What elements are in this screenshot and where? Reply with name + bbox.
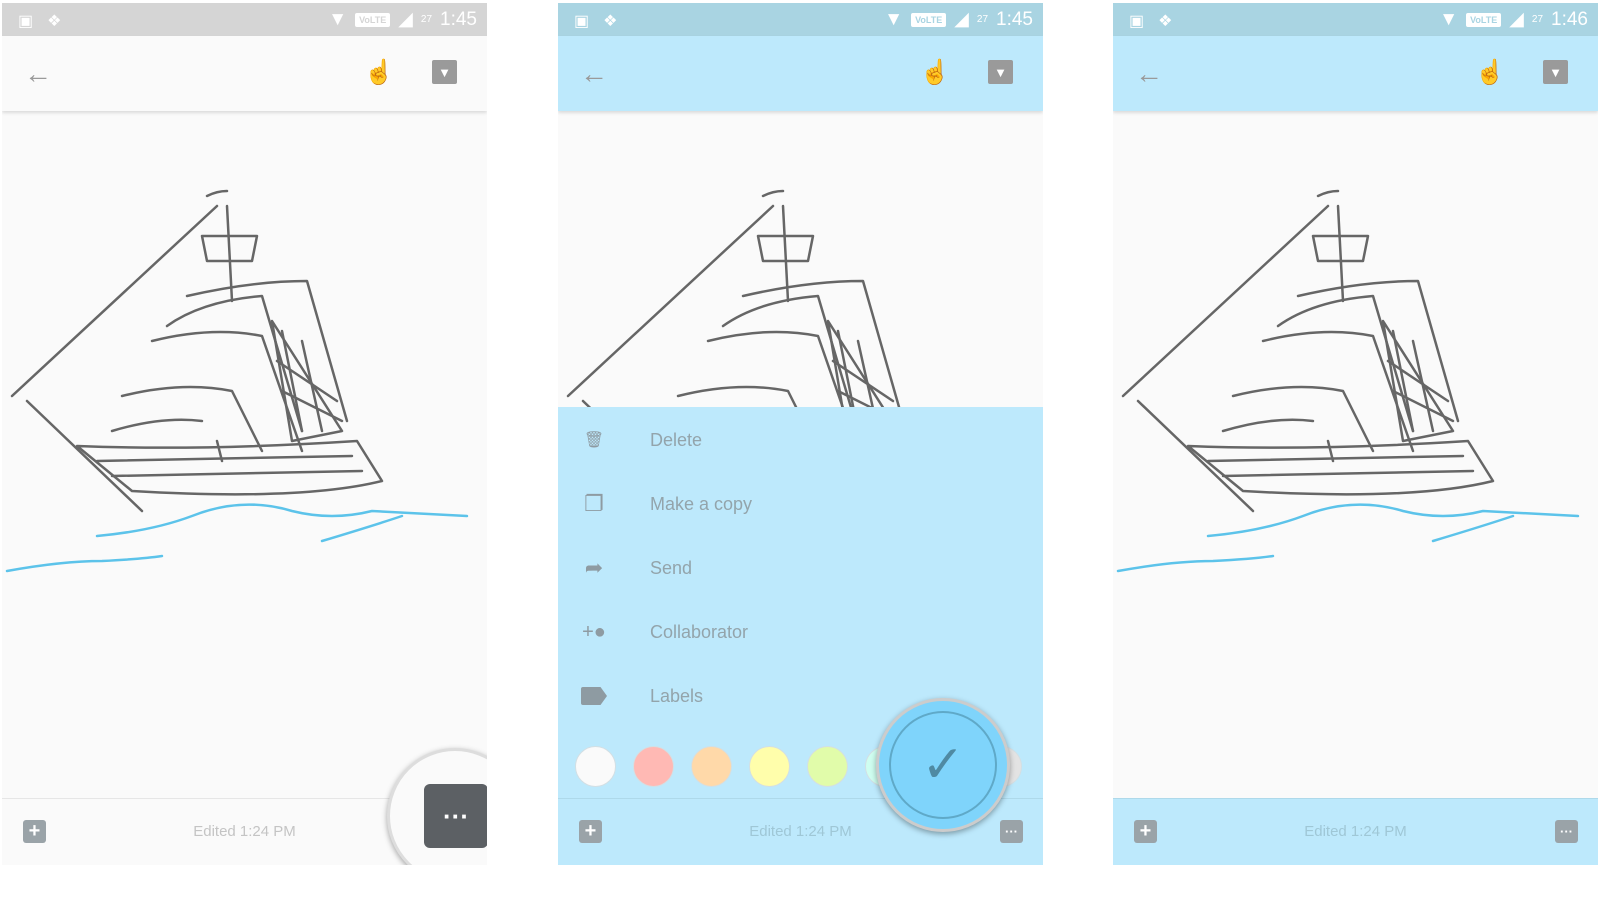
magnified-color-selection: ✓ (876, 698, 1010, 832)
ship-drawing (1116, 189, 1580, 573)
archive-icon[interactable]: ▼ (432, 60, 457, 84)
share-icon: ➦ (584, 555, 604, 580)
color-swatch-orange[interactable] (691, 746, 732, 787)
signal-icon: ◢ (954, 9, 969, 30)
archive-icon[interactable]: ▼ (988, 60, 1013, 84)
touch-icon[interactable]: ☝ (364, 58, 394, 87)
status-bar: ▣ ❖ ▼ VoLTE ◢ 27 1:45 (2, 3, 487, 36)
clock: 1:46 (1551, 8, 1588, 30)
drawing-canvas[interactable] (1113, 111, 1598, 801)
signal-icon: ◢ (1509, 9, 1524, 30)
dropbox-icon: ❖ (603, 13, 618, 30)
bottom-bar: + Edited 1:24 PM ··· (1113, 798, 1598, 865)
image-icon: ▣ (18, 13, 34, 30)
dropbox-icon: ❖ (1158, 13, 1173, 30)
note-toolbar: ← ☝ ▼ (558, 36, 1043, 111)
note-toolbar: ← ☝ ▼ (2, 36, 487, 111)
back-arrow-icon[interactable]: ← (24, 58, 52, 90)
wifi-icon: ▼ (884, 8, 904, 30)
signal-icon: ◢ (398, 9, 413, 30)
note-screen-2: ▣ ❖ ▼ VoLTE ◢ 27 1:45 ← ☝ ▼ 🗑 Delete ❐ Make a c… (558, 3, 1043, 865)
volte-badge: VoLTE (355, 12, 391, 27)
drawing-canvas[interactable] (2, 111, 487, 801)
volte-badge: VoLTE (1466, 12, 1502, 27)
menu-item-collaborator[interactable]: +● Collaborator (558, 602, 1043, 662)
battery-icon: 27 (1531, 14, 1544, 25)
touch-icon[interactable]: ☝ (1475, 58, 1505, 87)
menu-item-send[interactable]: ➦ Send (558, 538, 1043, 598)
note-toolbar: ← ☝ ▼ (1113, 36, 1598, 111)
color-swatch-green[interactable] (807, 746, 848, 787)
clock: 1:45 (996, 8, 1033, 30)
dropbox-icon: ❖ (47, 13, 62, 30)
note-screen-3: ▣ ❖ ▼ VoLTE ◢ 27 1:46 ← ☝ ▼ + Edited 1:24 PM … (1113, 3, 1598, 865)
touch-icon[interactable]: ☝ (920, 58, 950, 87)
more-options-button[interactable]: ··· (1000, 820, 1023, 843)
status-bar: ▣ ❖ ▼ VoLTE ◢ 27 1:45 (558, 3, 1043, 36)
ship-drawing (5, 189, 469, 573)
battery-icon: 27 (976, 14, 989, 25)
back-arrow-icon[interactable]: ← (580, 58, 608, 90)
copy-icon: ❐ (584, 491, 604, 516)
back-arrow-icon[interactable]: ← (1135, 58, 1163, 90)
more-options-button[interactable]: ··· (424, 784, 487, 848)
image-icon: ▣ (1129, 13, 1145, 30)
label-icon (574, 687, 614, 705)
archive-icon[interactable]: ▼ (1543, 60, 1568, 84)
color-swatch-white[interactable] (575, 746, 616, 787)
wifi-icon: ▼ (328, 8, 348, 30)
person-add-icon: +● (582, 620, 606, 643)
more-options-button[interactable]: ··· (1555, 820, 1578, 843)
edited-timestamp: Edited 1:24 PM (1304, 823, 1407, 840)
clock: 1:45 (440, 8, 477, 30)
status-bar: ▣ ❖ ▼ VoLTE ◢ 27 1:46 (1113, 3, 1598, 36)
note-screen-1: ▣ ❖ ▼ VoLTE ◢ 27 1:45 ← ☝ ▼ + Edited 1:24 PM … (2, 3, 487, 865)
color-swatch-yellow[interactable] (749, 746, 790, 787)
wifi-icon: ▼ (1439, 8, 1459, 30)
check-selected-icon[interactable]: ✓ (889, 711, 997, 819)
volte-badge: VoLTE (911, 12, 947, 27)
battery-icon: 27 (420, 14, 433, 25)
image-icon: ▣ (574, 13, 590, 30)
menu-item-delete[interactable]: 🗑 Delete (558, 410, 1043, 470)
color-swatch-red[interactable] (633, 746, 674, 787)
menu-item-make-copy[interactable]: ❐ Make a copy (558, 474, 1043, 534)
trash-icon: 🗑 (583, 432, 605, 449)
